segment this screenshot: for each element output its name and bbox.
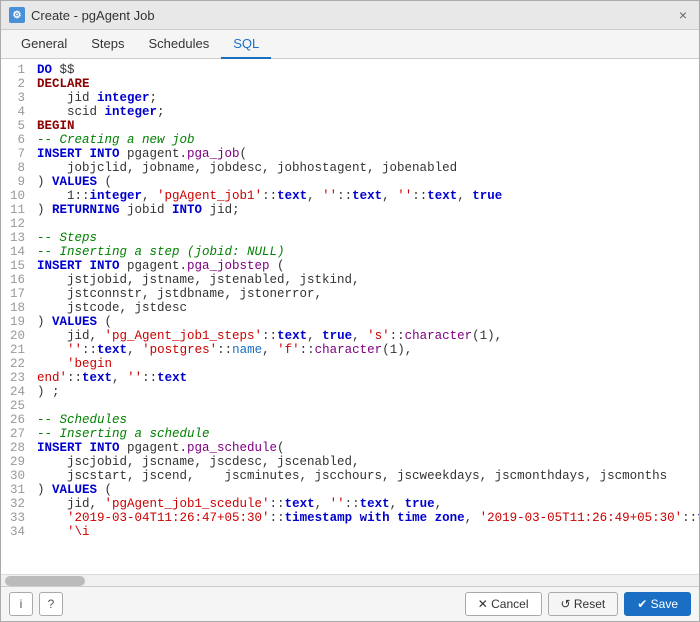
tab-schedules[interactable]: Schedules xyxy=(137,30,222,59)
table-row: 34 '\i xyxy=(1,525,699,539)
table-row: 15INSERT INTO pgagent.pga_jobstep ( xyxy=(1,259,699,273)
table-row: 24) ; xyxy=(1,385,699,399)
horizontal-scrollbar[interactable] xyxy=(1,574,699,586)
bottom-right-actions: ✕ Cancel ↺ Reset ✔ Save xyxy=(465,592,691,616)
table-row: 29 jscjobid, jscname, jscdesc, jscenable… xyxy=(1,455,699,469)
help-button[interactable]: ? xyxy=(39,592,63,616)
table-row: 22 'begin xyxy=(1,357,699,371)
title-bar-left: ⚙ Create - pgAgent Job xyxy=(9,7,155,23)
table-row: 5BEGIN xyxy=(1,119,699,133)
table-row: 21 ''::text, 'postgres'::name, 'f'::char… xyxy=(1,343,699,357)
table-row: 32 jid, 'pgAgent_job1_scedule'::text, ''… xyxy=(1,497,699,511)
cancel-button[interactable]: ✕ Cancel xyxy=(465,592,542,616)
table-row: 2DECLARE xyxy=(1,77,699,91)
table-row: 27-- Inserting a schedule xyxy=(1,427,699,441)
window-title: Create - pgAgent Job xyxy=(31,8,155,23)
table-row: 20 jid, 'pg_Agent_job1_steps'::text, tru… xyxy=(1,329,699,343)
window-icon: ⚙ xyxy=(9,7,25,23)
table-row: 19) VALUES ( xyxy=(1,315,699,329)
tab-sql[interactable]: SQL xyxy=(221,30,271,59)
table-row: 8 jobjclid, jobname, jobdesc, jobhostage… xyxy=(1,161,699,175)
table-row: 17 jstconnstr, jstdbname, jstonerror, xyxy=(1,287,699,301)
title-bar: ⚙ Create - pgAgent Job × xyxy=(1,1,699,30)
table-row: 3 jid integer; xyxy=(1,91,699,105)
table-row: 16 jstjobid, jstname, jstenabled, jstkin… xyxy=(1,273,699,287)
table-row: 26-- Schedules xyxy=(1,413,699,427)
table-row: 10 1::integer, 'pgAgent_job1'::text, '':… xyxy=(1,189,699,203)
tab-steps[interactable]: Steps xyxy=(79,30,136,59)
table-row: 30 jscstart, jscend, jscminutes, jscchou… xyxy=(1,469,699,483)
table-row: 11) RETURNING jobid INTO jid; xyxy=(1,203,699,217)
bottom-bar: i ? ✕ Cancel ↺ Reset ✔ Save xyxy=(1,586,699,621)
bottom-left-actions: i ? xyxy=(9,592,63,616)
table-row: 18 jstcode, jstdesc xyxy=(1,301,699,315)
table-row: 25 xyxy=(1,399,699,413)
main-window: ⚙ Create - pgAgent Job × General Steps S… xyxy=(0,0,700,622)
table-row: 7INSERT INTO pgagent.pga_job( xyxy=(1,147,699,161)
table-row: 12 xyxy=(1,217,699,231)
table-row: 23end'::text, ''::text xyxy=(1,371,699,385)
info-button[interactable]: i xyxy=(9,592,33,616)
save-button[interactable]: ✔ Save xyxy=(624,592,691,616)
table-row: 28INSERT INTO pgagent.pga_schedule( xyxy=(1,441,699,455)
table-row: 4 scid integer; xyxy=(1,105,699,119)
table-row: 33 '2019-03-04T11:26:47+05:30'::timestam… xyxy=(1,511,699,525)
table-row: 9) VALUES ( xyxy=(1,175,699,189)
close-button[interactable]: × xyxy=(675,7,691,23)
scrollbar-thumb[interactable] xyxy=(5,576,85,586)
code-table: 1DO $$ 2DECLARE 3 jid integer; 4 scid in… xyxy=(1,63,699,539)
tab-general[interactable]: General xyxy=(9,30,79,59)
table-row: 1DO $$ xyxy=(1,63,699,77)
sql-code-area[interactable]: 1DO $$ 2DECLARE 3 jid integer; 4 scid in… xyxy=(1,59,699,574)
table-row: 6-- Creating a new job xyxy=(1,133,699,147)
table-row: 14-- Inserting a step (jobid: NULL) xyxy=(1,245,699,259)
tab-bar: General Steps Schedules SQL xyxy=(1,30,699,59)
table-row: 13-- Steps xyxy=(1,231,699,245)
reset-button[interactable]: ↺ Reset xyxy=(548,592,619,616)
table-row: 31) VALUES ( xyxy=(1,483,699,497)
